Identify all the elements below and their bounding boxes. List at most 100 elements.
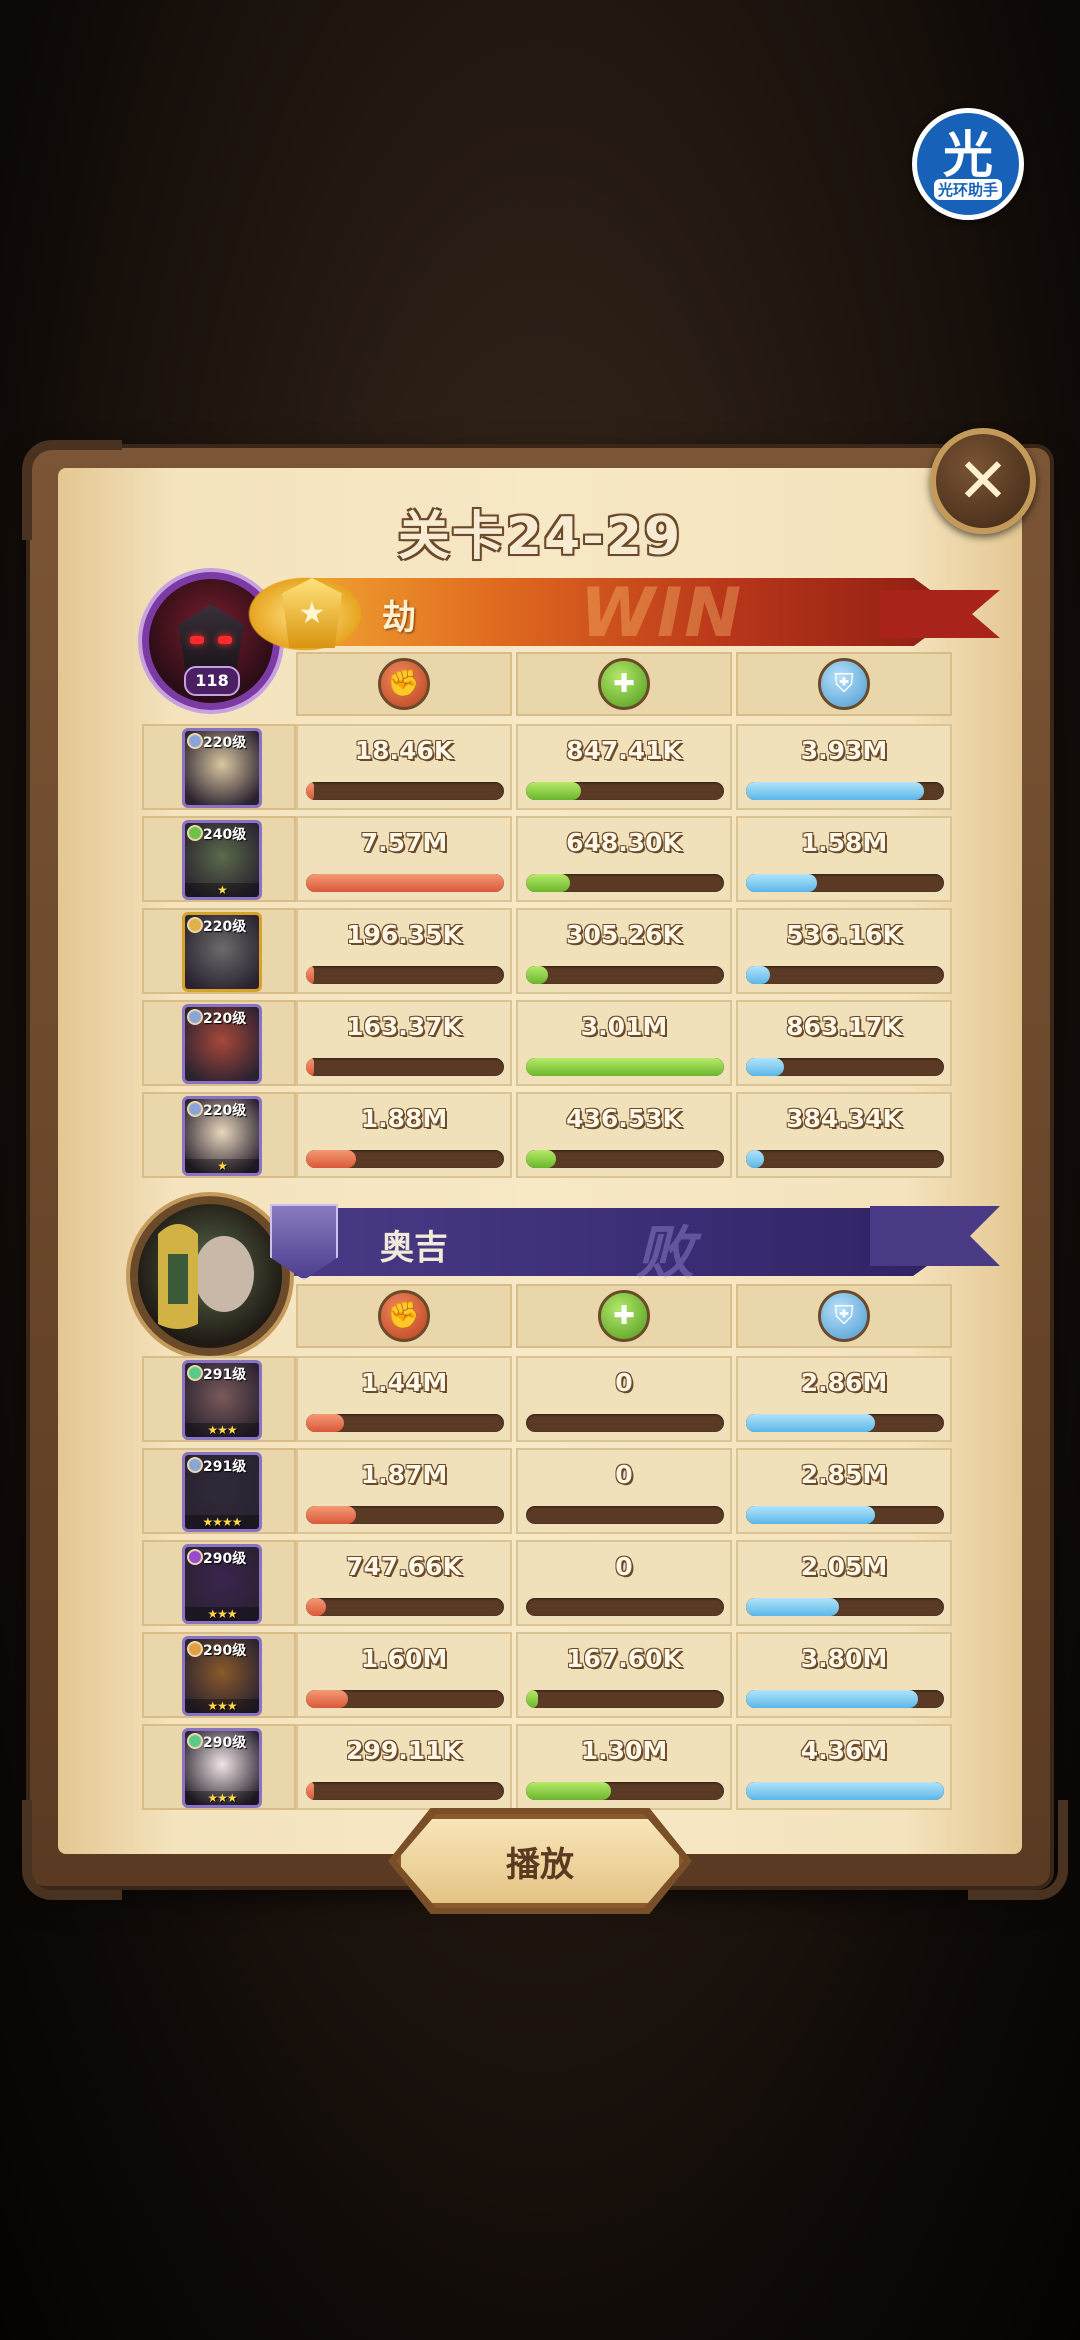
damage-value: 18.46K [354,736,454,765]
loser-stat-header: ✊ ✚ ⛨ [296,1284,956,1348]
damage-bar-fill [306,782,314,800]
shield-stat-cell: 2.05M [736,1540,952,1626]
shield-stat-cell: 536.16K [736,908,952,994]
hero-level: 290级 [203,1643,247,1659]
damage-header: ✊ [296,652,512,716]
shield-value: 3.93M [800,736,888,765]
hero-stars: ★★★ [185,1791,259,1805]
hero-stars: ★★★ [185,1423,259,1437]
faction-icon [187,1009,203,1025]
heal-header: ✚ [516,652,732,716]
hero-portrait-cell: 291级 ★★★★ [142,1448,296,1534]
close-icon: ✕ [957,444,1009,517]
damage-bar [306,1058,504,1076]
heal-bar [526,1506,724,1524]
damage-bar-fill [306,1414,344,1432]
shield-bar-fill [746,782,925,800]
heal-bar [526,782,724,800]
damage-header: ✊ [296,1284,512,1348]
shield-stat-cell: 2.86M [736,1356,952,1442]
shield-bar-fill [746,874,818,892]
shield-bar-fill [746,1150,764,1168]
damage-value: 7.57M [360,828,448,857]
hero-portrait-cell: 220级 [142,724,296,810]
hero-level: 220级 [203,1011,247,1027]
heal-stat-cell: 847.41K [516,724,732,810]
assistant-badge-label: 光环助手 [933,178,1002,200]
damage-bar-fill [306,1506,356,1524]
shield-bar-fill [746,1414,875,1432]
heal-value: 167.60K [566,1644,682,1673]
shield-bar [746,1690,944,1708]
damage-value: 1.44M [360,1368,448,1397]
frame-corner-ornament [968,1800,1068,1900]
hero-portrait[interactable]: 220级 [182,912,262,992]
hero-portrait[interactable]: 290级 ★★★ [182,1636,262,1716]
close-button[interactable]: ✕ [930,428,1036,534]
loser-avatar[interactable] [130,1196,290,1356]
damage-value: 1.60M [360,1644,448,1673]
heal-bar [526,1058,724,1076]
shield-header: ⛨ [736,1284,952,1348]
hero-level: 291级 [203,1459,247,1475]
hero-row: 291级 ★★★★ 1.87M 0 2.85M [142,1448,956,1534]
hero-portrait[interactable]: 220级 [182,1004,262,1084]
damage-stat-cell: 1.60M [296,1632,512,1718]
play-button-label: 播放 [506,1844,574,1885]
shield-value: 1.58M [800,828,888,857]
damage-value: 747.66K [346,1552,462,1581]
damage-bar [306,1506,504,1524]
winner-eye [218,636,232,644]
hero-portrait[interactable]: 290级 ★★★ [182,1728,262,1808]
heal-bar-fill [526,1058,724,1076]
assistant-badge[interactable]: 光 光环助手 [912,108,1024,220]
shield-bar [746,1414,944,1432]
hero-portrait-cell: 290级 ★★★ [142,1632,296,1718]
hero-row: 240级 ★ 7.57M 648.30K 1.58M [142,816,956,902]
damage-bar-fill [306,874,504,892]
heal-bar [526,1690,724,1708]
hero-portrait[interactable]: 220级 ★ [182,1096,262,1176]
damage-bar [306,1414,504,1432]
damage-value: 1.87M [360,1460,448,1489]
damage-bar-fill [306,966,314,984]
damage-icon: ✊ [378,1290,430,1342]
faction-icon [187,917,203,933]
lose-label: 败 [636,1219,695,1287]
damage-stat-cell: 1.88M [296,1092,512,1178]
heal-stat-cell: 0 [516,1540,732,1626]
heal-bar [526,1782,724,1800]
shield-stat-cell: 863.17K [736,1000,952,1086]
hero-portrait[interactable]: 291级 ★★★ [182,1360,262,1440]
shield-value: 863.17K [786,1012,902,1041]
damage-bar [306,782,504,800]
play-button[interactable]: 播放 [396,1814,684,1908]
damage-stat-cell: 18.46K [296,724,512,810]
heal-value: 436.53K [566,1104,682,1133]
heal-bar [526,1150,724,1168]
hero-portrait[interactable]: 240级 ★ [182,820,262,900]
faction-icon [187,1101,203,1117]
loser-avatar-art [158,1224,254,1329]
damage-value: 196.35K [346,920,462,949]
hero-portrait[interactable]: 291级 ★★★★ [182,1452,262,1532]
winner-level-badge: 118 [184,666,240,696]
hero-stars: ★★★★ [185,1515,259,1529]
hero-portrait[interactable]: 220级 [182,728,262,808]
heal-value: 648.30K [566,828,682,857]
heal-bar-fill [526,966,548,984]
hero-row: 220级 196.35K 305.26K 536.16K [142,908,956,994]
heal-value: 305.26K [566,920,682,949]
heal-stat-cell: 648.30K [516,816,732,902]
shield-stat-cell: 4.36M [736,1724,952,1810]
shield-icon: ⛨ [818,1290,870,1342]
hero-row: 220级 18.46K 847.41K 3.93M [142,724,956,810]
hero-row: 291级 ★★★ 1.44M 0 2.86M [142,1356,956,1442]
heal-value: 1.30M [580,1736,668,1765]
heal-value: 0 [615,1368,633,1397]
winner-ribbon-tail [880,590,1000,638]
hero-level: 291级 [203,1367,247,1383]
shield-stat-cell: 3.80M [736,1632,952,1718]
damage-bar [306,1150,504,1168]
hero-portrait[interactable]: 290级 ★★★ [182,1544,262,1624]
